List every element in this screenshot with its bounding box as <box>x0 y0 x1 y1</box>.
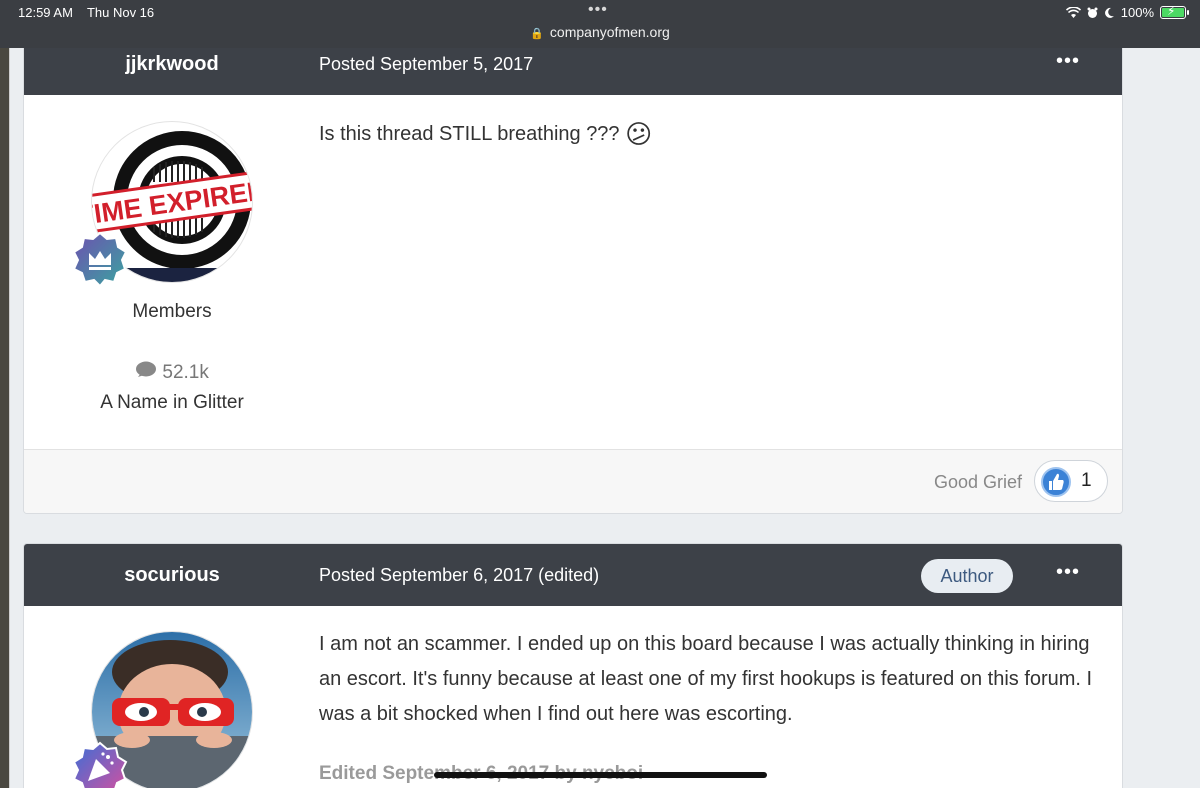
status-date: Thu Nov 16 <box>86 5 155 20</box>
post-count: 52.1k <box>24 361 320 385</box>
post-date[interactable]: Posted September 6, 2017 (edited) <box>319 565 599 586</box>
author-badge: Author <box>921 559 1013 593</box>
tab-overview-dots-icon[interactable]: ••• <box>588 1 608 19</box>
rank-badge-party-icon <box>72 741 128 788</box>
home-indicator[interactable] <box>434 772 767 778</box>
lock-icon: 🔒 <box>530 28 544 40</box>
wifi-icon <box>1065 6 1081 18</box>
status-right: 100% ⚡ <box>1065 4 1189 20</box>
battery-percent: 100% <box>1120 5 1154 20</box>
address-bar[interactable]: 🔒 companyofmen.org <box>0 24 1200 40</box>
reaction-label[interactable]: Good Grief <box>934 472 1022 493</box>
browser-status-bar: 12:59 AM Thu Nov 16 ••• 🔒 companyofmen.or… <box>0 0 1200 48</box>
author-name[interactable]: socurious <box>24 564 320 587</box>
sidebar-edge <box>0 48 9 788</box>
forum-post: jjkrkwood Posted September 5, 2017 ••• T… <box>23 32 1123 514</box>
post-text: Is this thread STILL breathing ??? <box>319 123 620 145</box>
alarm-icon <box>1087 7 1098 18</box>
reaction-button[interactable]: 1 <box>1034 460 1108 502</box>
member-group: Members <box>132 301 212 322</box>
status-left: 12:59 AM Thu Nov 16 <box>18 5 154 20</box>
post-content: Is this thread STILL breathing ??? 😕 <box>319 117 1109 152</box>
speech-bubble-icon <box>135 361 157 385</box>
reaction-count: 1 <box>1081 470 1092 491</box>
rank-badge-crown-icon <box>72 231 128 288</box>
post-header: socurious Posted September 6, 2017 (edit… <box>24 544 1122 606</box>
post-menu-icon[interactable]: ••• <box>1056 50 1080 73</box>
post-content: I am not an scammer. I ended up on this … <box>319 633 1093 725</box>
forum-post: socurious Posted September 6, 2017 (edit… <box>23 543 1123 788</box>
confused-emoji: 😕 <box>625 119 653 150</box>
sidebar-edge-line <box>9 48 10 788</box>
thumbs-up-icon <box>1041 467 1071 497</box>
post-footer: Good Grief 1 <box>24 449 1122 513</box>
address-url: companyofmen.org <box>549 24 670 40</box>
author-name[interactable]: jjkrkwood <box>24 53 320 76</box>
post-count-value: 52.1k <box>162 362 209 384</box>
post-menu-icon[interactable]: ••• <box>1056 561 1080 584</box>
member-title: A Name in Glitter <box>100 392 244 413</box>
status-time: 12:59 AM <box>18 5 73 20</box>
battery-icon: ⚡ <box>1160 4 1189 19</box>
post-date[interactable]: Posted September 5, 2017 <box>319 54 533 75</box>
moon-icon <box>1104 7 1114 18</box>
